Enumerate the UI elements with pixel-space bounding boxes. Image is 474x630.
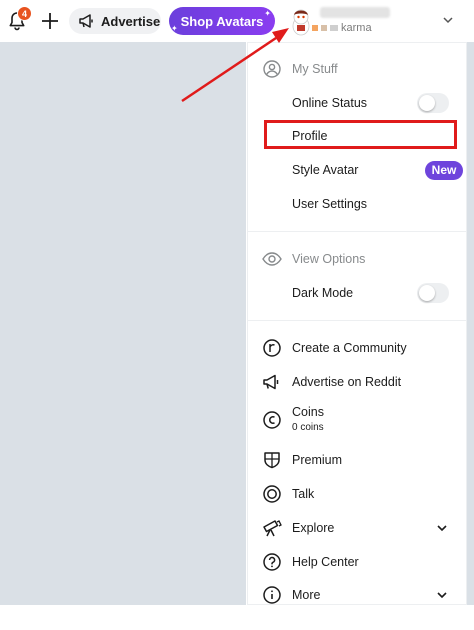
annotation-arrow-icon: [181, 28, 289, 103]
